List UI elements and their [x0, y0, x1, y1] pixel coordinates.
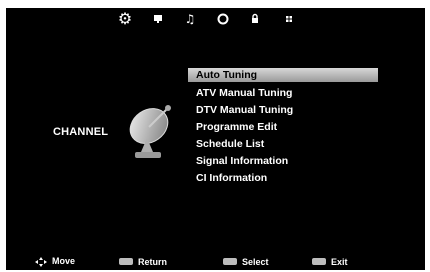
hint-exit: Exit	[312, 257, 348, 267]
satellite-dish-icon	[129, 105, 171, 158]
menu-item-signal-information[interactable]: Signal Information	[188, 153, 378, 169]
menu-item-atv-manual-tuning[interactable]: ATV Manual Tuning	[188, 85, 378, 101]
hint-return: Return	[119, 257, 167, 267]
channel-menu-list: Auto Tuning ATV Manual Tuning DTV Manual…	[188, 67, 378, 186]
menu-key-icon	[119, 258, 133, 266]
sound-icon[interactable]: ♫	[183, 12, 197, 26]
menu-item-auto-tuning[interactable]: Auto Tuning	[188, 68, 378, 82]
hint-exit-label: Exit	[331, 257, 348, 267]
section-title: CHANNEL	[53, 126, 109, 138]
menu-item-dtv-manual-tuning[interactable]: DTV Manual Tuning	[188, 102, 378, 118]
picture-icon[interactable]	[151, 12, 165, 26]
exit-key-icon	[312, 258, 326, 266]
hint-return-label: Return	[138, 257, 167, 267]
tv-screen: ⚙ ♫ CHANNEL Auto Tuning ATV Manual Tunin…	[0, 0, 430, 272]
footer-hint-bar: Move Return Select Exit	[6, 254, 425, 270]
hint-select: Select	[223, 257, 269, 267]
menu-item-ci-information[interactable]: CI Information	[188, 170, 378, 186]
time-icon[interactable]	[216, 12, 230, 26]
hint-select-label: Select	[242, 257, 269, 267]
menu-item-schedule-list[interactable]: Schedule List	[188, 136, 378, 152]
category-icon-bar: ⚙ ♫	[6, 8, 425, 30]
osd-menu-panel: ⚙ ♫ CHANNEL Auto Tuning ATV Manual Tunin…	[6, 8, 425, 270]
setup-icon[interactable]	[282, 12, 296, 26]
hint-move-label: Move	[52, 256, 76, 267]
move-arrows-icon	[35, 257, 47, 267]
menu-item-programme-edit[interactable]: Programme Edit	[188, 119, 378, 135]
lock-icon[interactable]	[248, 12, 262, 26]
hint-move: Move	[35, 256, 75, 267]
settings-gear-icon[interactable]: ⚙	[116, 10, 134, 28]
enter-key-icon	[223, 258, 237, 266]
